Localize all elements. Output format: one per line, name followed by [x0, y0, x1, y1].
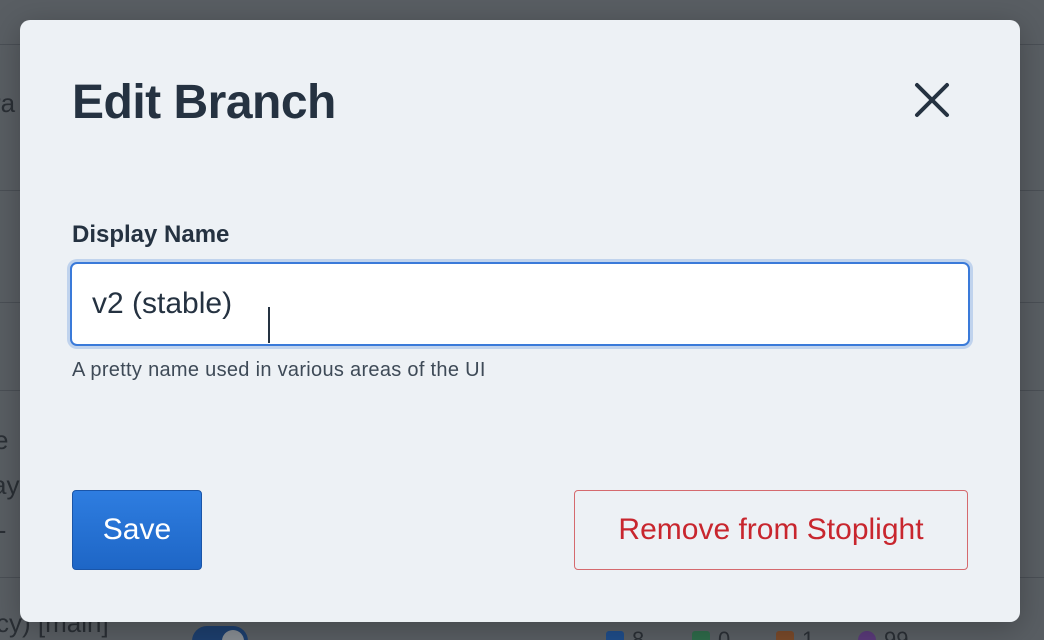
close-icon — [915, 83, 949, 117]
background-stat-value: 0 — [718, 627, 731, 640]
background-stat-value: 1 — [802, 627, 815, 640]
display-name-help-text: A pretty name used in various areas of t… — [72, 359, 486, 381]
background-text: e — [0, 425, 9, 455]
circle-icon — [858, 631, 876, 640]
save-button[interactable]: Save — [72, 490, 202, 570]
edit-branch-dialog: Edit Branch Display Name A pretty name u… — [20, 20, 1020, 622]
background-text: ra — [0, 88, 16, 118]
background-stat-value: 8 — [632, 627, 645, 640]
background-stat: 99 — [858, 627, 909, 640]
shield-icon — [692, 631, 710, 640]
box-icon — [776, 631, 794, 640]
background-stat: 0 — [692, 627, 731, 640]
close-button[interactable] — [908, 76, 956, 124]
background-toggle — [192, 626, 248, 640]
display-name-label: Display Name — [72, 221, 230, 248]
remove-from-stoplight-button[interactable]: Remove from Stoplight — [574, 490, 968, 570]
background-text: l- — [0, 515, 6, 546]
background-stat: 8 — [606, 627, 645, 640]
display-name-input[interactable] — [70, 262, 970, 346]
dialog-title: Edit Branch — [72, 76, 336, 129]
text-caret — [268, 307, 270, 343]
background-stat: 1 — [776, 627, 815, 640]
background-text: ay — [0, 470, 20, 500]
book-icon — [606, 631, 624, 640]
background-stat-value: 99 — [884, 627, 909, 640]
